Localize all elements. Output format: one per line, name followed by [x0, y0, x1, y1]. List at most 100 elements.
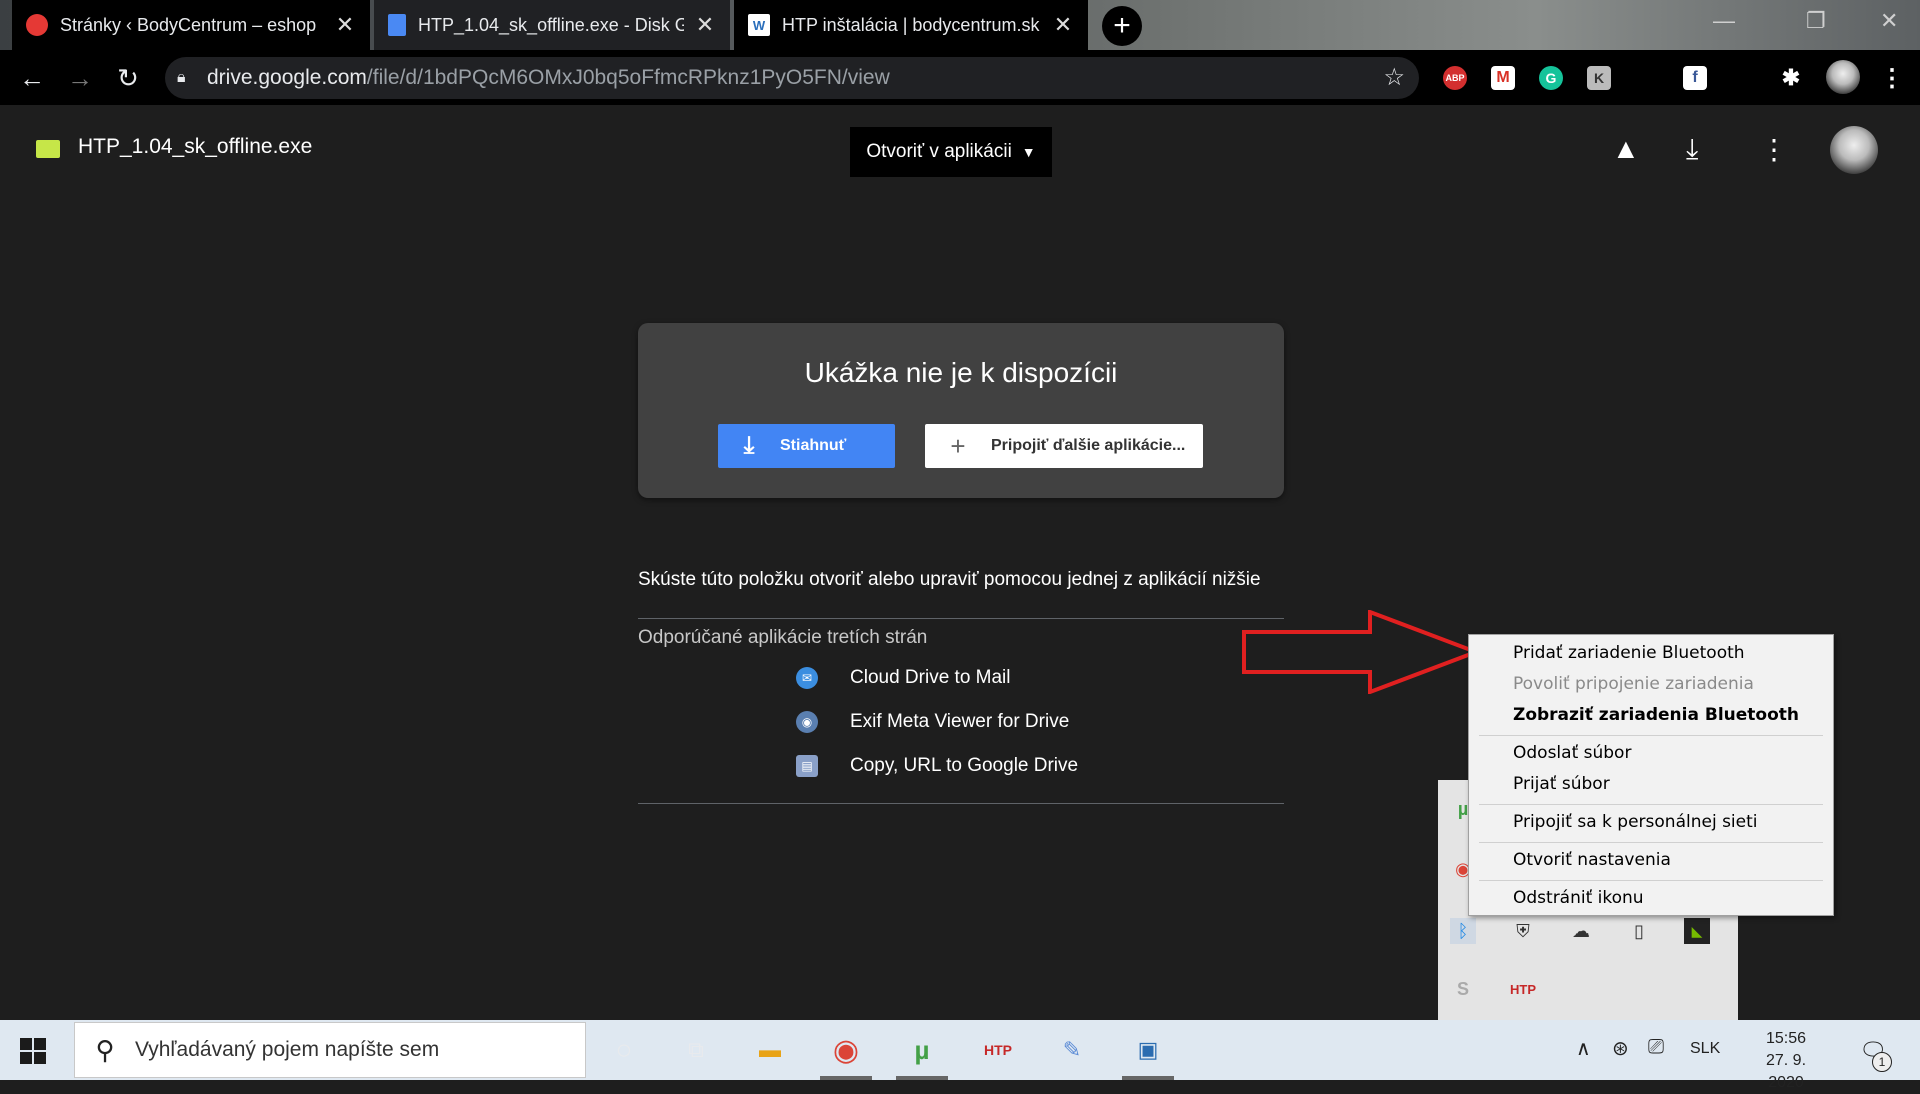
photos-icon[interactable]: ▣ — [1130, 1032, 1166, 1068]
open-with-button[interactable]: Otvoriť v aplikácii ▼ — [850, 127, 1052, 177]
gmail-icon[interactable]: M — [1491, 66, 1515, 90]
menu-item-send-file[interactable]: Odoslať súbor — [1513, 743, 1631, 763]
bluetooth-tray-icon[interactable]: ᛒ — [1450, 918, 1476, 944]
tab-strip: Stránky ‹ BodyCentrum – eshop ✕ HTP_1.04… — [0, 0, 1920, 50]
connect-label: Pripojiť ďalšie aplikácie... — [991, 437, 1186, 454]
close-window-icon[interactable]: ✕ — [1880, 8, 1898, 34]
file-type-icon — [36, 140, 60, 158]
app-name: Exif Meta Viewer for Drive — [850, 711, 1070, 732]
running-indicator — [1122, 1076, 1174, 1080]
notification-count: 1 — [1872, 1052, 1892, 1072]
app-exif-meta-viewer[interactable]: ◉ Exif Meta Viewer for Drive — [796, 707, 1069, 737]
windows-start-icon[interactable] — [20, 1038, 46, 1064]
running-indicator — [820, 1076, 872, 1080]
extension-k-icon[interactable]: K — [1587, 66, 1611, 90]
menu-kebab-icon[interactable]: ⋮ — [1880, 65, 1904, 92]
menu-item-add-bluetooth-device[interactable]: Pridať zariadenie Bluetooth — [1513, 643, 1745, 663]
back-icon[interactable]: ← — [14, 60, 50, 96]
close-icon[interactable]: ✕ — [1052, 12, 1074, 38]
camera-icon: ◉ — [796, 711, 818, 733]
utorrent-icon[interactable]: µ — [904, 1032, 940, 1068]
tab-bodycentrum-eshop[interactable]: Stránky ‹ BodyCentrum – eshop ✕ — [12, 0, 370, 50]
add-to-drive-icon[interactable]: ▲ — [1612, 133, 1640, 165]
menu-separator — [1479, 842, 1823, 843]
profile-avatar[interactable] — [1826, 60, 1860, 94]
bookmark-star-icon[interactable]: ☆ — [1383, 63, 1405, 92]
address-bar[interactable]: 🔒︎ drive.google.com/file/d/1bdPQcM6OMxJ0… — [165, 57, 1419, 99]
doc-icon — [388, 14, 406, 36]
download-icon[interactable]: ⤓ — [1686, 133, 1698, 166]
download-icon: ⤓ — [743, 432, 755, 459]
onedrive-tray-icon[interactable]: ☁ — [1568, 918, 1594, 944]
close-icon[interactable]: ✕ — [694, 12, 716, 38]
more-options-icon[interactable]: ⋮ — [1760, 133, 1788, 166]
section-label: Odporúčané aplikácie tretích strán — [638, 627, 928, 648]
account-avatar[interactable] — [1830, 126, 1878, 174]
reload-icon[interactable]: ↻ — [110, 60, 146, 96]
menu-item-allow-device-connection: Povoliť pripojenie zariadenia — [1513, 674, 1754, 694]
network-icon[interactable]: ⎚ — [1648, 1036, 1664, 1059]
htp-tray-icon[interactable]: HTP — [1510, 976, 1536, 1002]
new-tab-button[interactable]: + — [1102, 6, 1142, 46]
clock-time: 15:56 — [1765, 1030, 1807, 1047]
red-dot-icon — [26, 14, 48, 36]
divider — [638, 803, 1284, 804]
taskbar-search-box[interactable]: ⚲ Vyhľadávaný pojem napíšte sem — [74, 1022, 586, 1078]
tab-title: Stránky ‹ BodyCentrum – eshop — [60, 14, 317, 35]
app-copy-url-to-drive[interactable]: ▤ Copy, URL to Google Drive — [796, 751, 1078, 781]
menu-separator — [1479, 735, 1823, 736]
menu-item-receive-file[interactable]: Prijať súbor — [1513, 774, 1610, 794]
minimize-icon[interactable]: — — [1713, 8, 1735, 34]
menu-item-open-settings[interactable]: Otvoriť nastavenia — [1513, 850, 1671, 870]
nvidia-tray-icon[interactable]: ◣ — [1684, 918, 1710, 944]
cortana-icon[interactable]: ○ — [606, 1032, 642, 1068]
restore-icon[interactable]: ❐ — [1806, 8, 1826, 34]
skype-tray-icon[interactable]: S — [1450, 976, 1476, 1002]
menu-separator — [1479, 804, 1823, 805]
grammarly-icon[interactable]: G — [1539, 66, 1563, 90]
tab-title: HTP inštalácia | bodycentrum.sk — [782, 14, 1040, 35]
browser-toolbar: ← → ↻ 🔒︎ drive.google.com/file/d/1bdPQcM… — [0, 50, 1920, 105]
tab-drive-file[interactable]: HTP_1.04_sk_offline.exe - Disk Google ✕ — [374, 0, 730, 50]
task-view-icon[interactable]: ⧉ — [678, 1032, 714, 1068]
tab-htp-installation[interactable]: W HTP inštalácia | bodycentrum.sk ✕ — [734, 0, 1088, 50]
clock[interactable]: 15:56 27. 9. 2020 — [1746, 1028, 1826, 1094]
download-button[interactable]: ⤓ Stiahnuť — [718, 424, 895, 468]
show-hidden-icons-chevron-icon[interactable]: ∧ — [1576, 1036, 1591, 1061]
bluetooth-context-menu: Pridať zariadenie Bluetooth Povoliť prip… — [1468, 634, 1834, 916]
no-preview-card: Ukážka nie je k dispozícii ⤓ Stiahnuť + … — [638, 323, 1284, 498]
htp-app-icon[interactable]: HTP — [980, 1032, 1016, 1068]
red-arrow-annotation — [1242, 610, 1480, 694]
divider — [638, 618, 1284, 619]
url-text: drive.google.com/file/d/1bdPQcM6OMxJ0bq5… — [207, 66, 890, 89]
running-indicator — [896, 1076, 948, 1080]
language-indicator[interactable]: SLK — [1690, 1040, 1720, 1058]
lock-icon: 🔒︎ — [177, 69, 186, 86]
adblock-plus-icon[interactable]: ABP — [1443, 66, 1467, 90]
menu-item-remove-icon[interactable]: Odstrániť ikonu — [1513, 888, 1644, 908]
drive-header: HTP_1.04_sk_offline.exe Otvoriť v apliká… — [0, 105, 1920, 195]
steam-icon[interactable]: ⊛ — [1612, 1036, 1629, 1061]
menu-item-show-bluetooth-devices[interactable]: Zobraziť zariadenia Bluetooth — [1513, 705, 1799, 725]
search-placeholder: Vyhľadávaný pojem napíšte sem — [135, 1038, 440, 1061]
facebook-icon[interactable]: f — [1683, 66, 1707, 90]
mail-icon: ✉ — [796, 667, 818, 689]
clock-date: 27. 9. 2020 — [1765, 1052, 1807, 1091]
file-name: HTP_1.04_sk_offline.exe — [78, 135, 313, 158]
usb-tray-icon[interactable]: ▯ — [1626, 918, 1652, 944]
shield-tray-icon[interactable]: ⛨ — [1510, 918, 1536, 944]
paint-icon[interactable]: ✎ — [1054, 1032, 1090, 1068]
notification-center-icon[interactable]: 🗨︎ 1 — [1856, 1034, 1892, 1072]
chrome-icon[interactable]: ◉ — [828, 1032, 864, 1068]
forward-icon[interactable]: → — [62, 60, 98, 96]
windows-taskbar: ⚲ Vyhľadávaný pojem napíšte sem ○ ⧉ ▬ ◉ … — [0, 1020, 1920, 1091]
menu-item-join-personal-network[interactable]: Pripojiť sa k personálnej sieti — [1513, 812, 1758, 832]
app-cloud-drive-to-mail[interactable]: ✉ Cloud Drive to Mail — [796, 663, 1011, 693]
file-explorer-icon[interactable]: ▬ — [752, 1032, 788, 1068]
no-preview-title: Ukážka nie je k dispozícii — [804, 357, 1118, 388]
connect-more-apps-button[interactable]: + Pripojiť ďalšie aplikácie... — [925, 424, 1203, 468]
close-icon[interactable]: ✕ — [334, 12, 356, 38]
extensions-puzzle-icon[interactable]: ✱ — [1779, 65, 1803, 90]
menu-separator — [1479, 880, 1823, 881]
app-name: Cloud Drive to Mail — [850, 667, 1011, 688]
